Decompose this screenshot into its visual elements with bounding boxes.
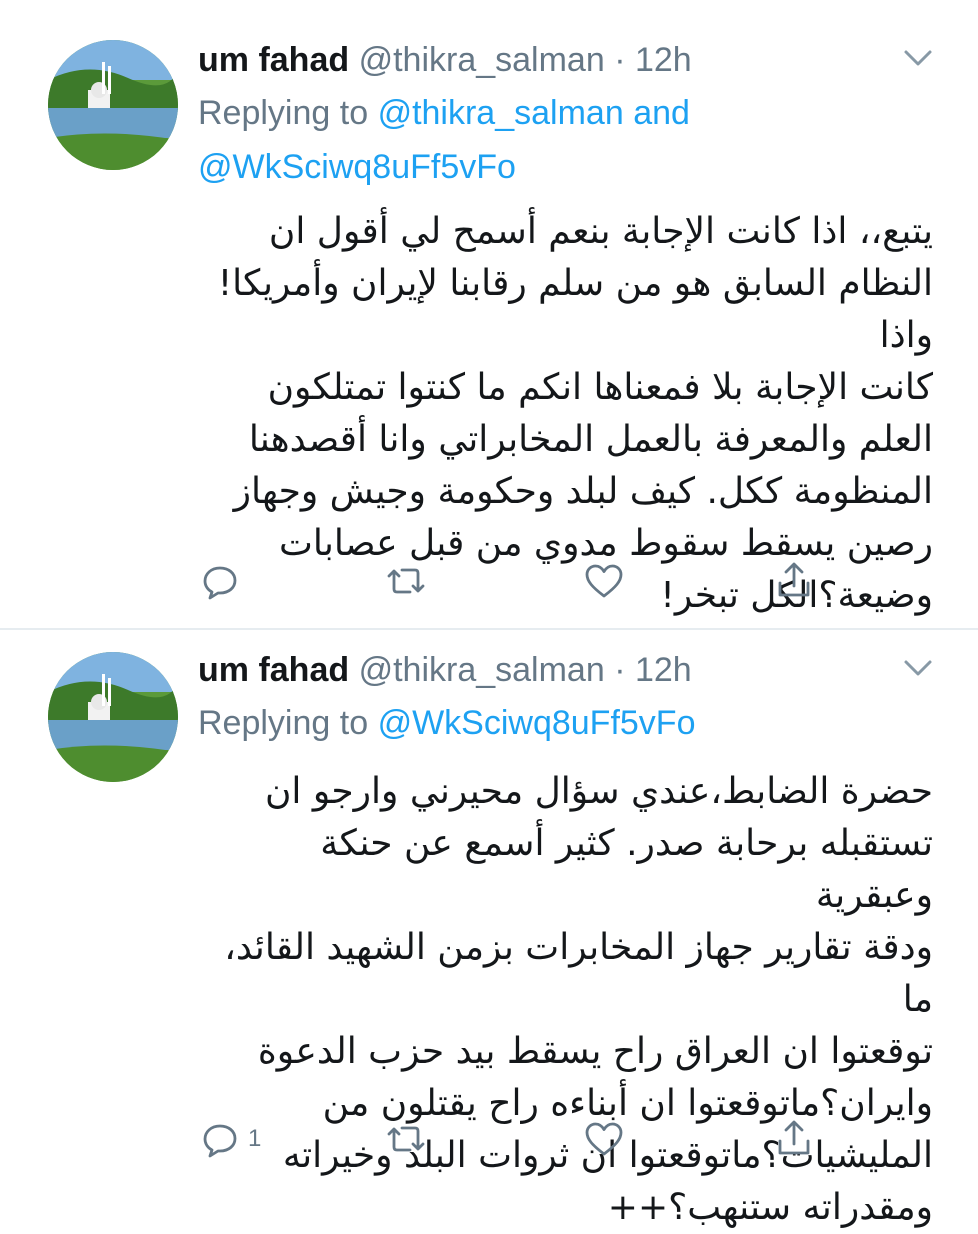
dot-separator: · (604, 651, 635, 689)
user-name[interactable]: um fahad (198, 651, 349, 689)
tweet-header: um fahad @thikra_salman · 12h (198, 646, 692, 694)
chevron-down-icon[interactable] (900, 656, 936, 680)
reply-icon (198, 1117, 242, 1161)
reply-icon (198, 559, 242, 603)
avatar[interactable] (48, 652, 178, 782)
mention-link[interactable]: @WkSciwq8uFf5vFo (198, 148, 516, 186)
tweet-2[interactable]: um fahad @thikra_salman · 12h Replying t… (0, 630, 978, 1228)
mention-link[interactable]: @WkSciwq8uFf5vFo (378, 704, 696, 742)
tweet-actions: 1 (198, 1116, 938, 1162)
reply-button[interactable] (198, 558, 248, 604)
like-button[interactable] (582, 1116, 626, 1162)
share-button[interactable] (772, 558, 816, 604)
text-line: ومقدراته ستنهب؟++ (607, 1187, 933, 1228)
timestamp[interactable]: 12h (635, 41, 692, 79)
mention-link[interactable]: @thikra_salman (378, 94, 624, 132)
user-name[interactable]: um fahad (198, 41, 349, 79)
chevron-down-icon[interactable] (900, 46, 936, 70)
retweet-icon (384, 559, 428, 603)
replying-to-label: Replying to (198, 94, 369, 132)
like-icon (582, 559, 626, 603)
dot-separator: · (604, 41, 635, 79)
replying-to: Replying to @WkSciwq8uFf5vFo (198, 696, 938, 750)
user-handle[interactable]: @thikra_salman (359, 41, 605, 79)
text-line: توقعتوا ان العراق راح يسقط بيد حزب الدعو… (257, 1031, 933, 1072)
replying-to-label: Replying to (198, 704, 369, 742)
text-line: العلم والمعرفة بالعمل المخابراتي وانا أق… (248, 419, 933, 460)
text-line: النظام السابق هو من سلم رقابنا لإيران وأ… (217, 263, 933, 356)
share-icon (772, 1117, 816, 1161)
text-line: المنظومة ككل. كيف لبلد وحكومة وجيش وجهاز (233, 471, 933, 512)
retweet-button[interactable] (384, 1116, 428, 1162)
user-handle[interactable]: @thikra_salman (359, 651, 605, 689)
tweet-text: حضرة الضابط،عندي سؤال محيرني وارجو ان تس… (198, 766, 933, 1234)
text-line: حضرة الضابط،عندي سؤال محيرني وارجو ان (264, 771, 933, 812)
retweet-icon (384, 1117, 428, 1161)
timestamp[interactable]: 12h (635, 651, 692, 689)
reply-count: 1 (248, 1125, 262, 1152)
like-icon (582, 1117, 626, 1161)
tweet-header: um fahad @thikra_salman · 12h (198, 36, 692, 84)
tweet-1[interactable]: um fahad @thikra_salman · 12h Replying t… (0, 0, 978, 628)
text-line: يتبع،، اذا كانت الإجابة بنعم أسمح لي أقو… (268, 211, 933, 252)
avatar[interactable] (48, 40, 178, 170)
replying-to: Replying to @thikra_salman and @WkSciwq8… (198, 86, 938, 194)
retweet-button[interactable] (384, 558, 428, 604)
reply-button[interactable]: 1 (198, 1116, 261, 1162)
and-text: and (633, 94, 690, 132)
tweet-actions (198, 558, 938, 604)
text-line: تستقبله برحابة صدر. كثير أسمع عن حنكة وع… (320, 823, 933, 916)
text-line: كانت الإجابة بلا فمعناها انكم ما كنتوا ت… (267, 367, 933, 408)
share-icon (772, 559, 816, 603)
text-line: ودقة تقارير جهاز المخابرات بزمن الشهيد ا… (224, 927, 933, 1020)
like-button[interactable] (582, 558, 626, 604)
share-button[interactable] (772, 1116, 816, 1162)
